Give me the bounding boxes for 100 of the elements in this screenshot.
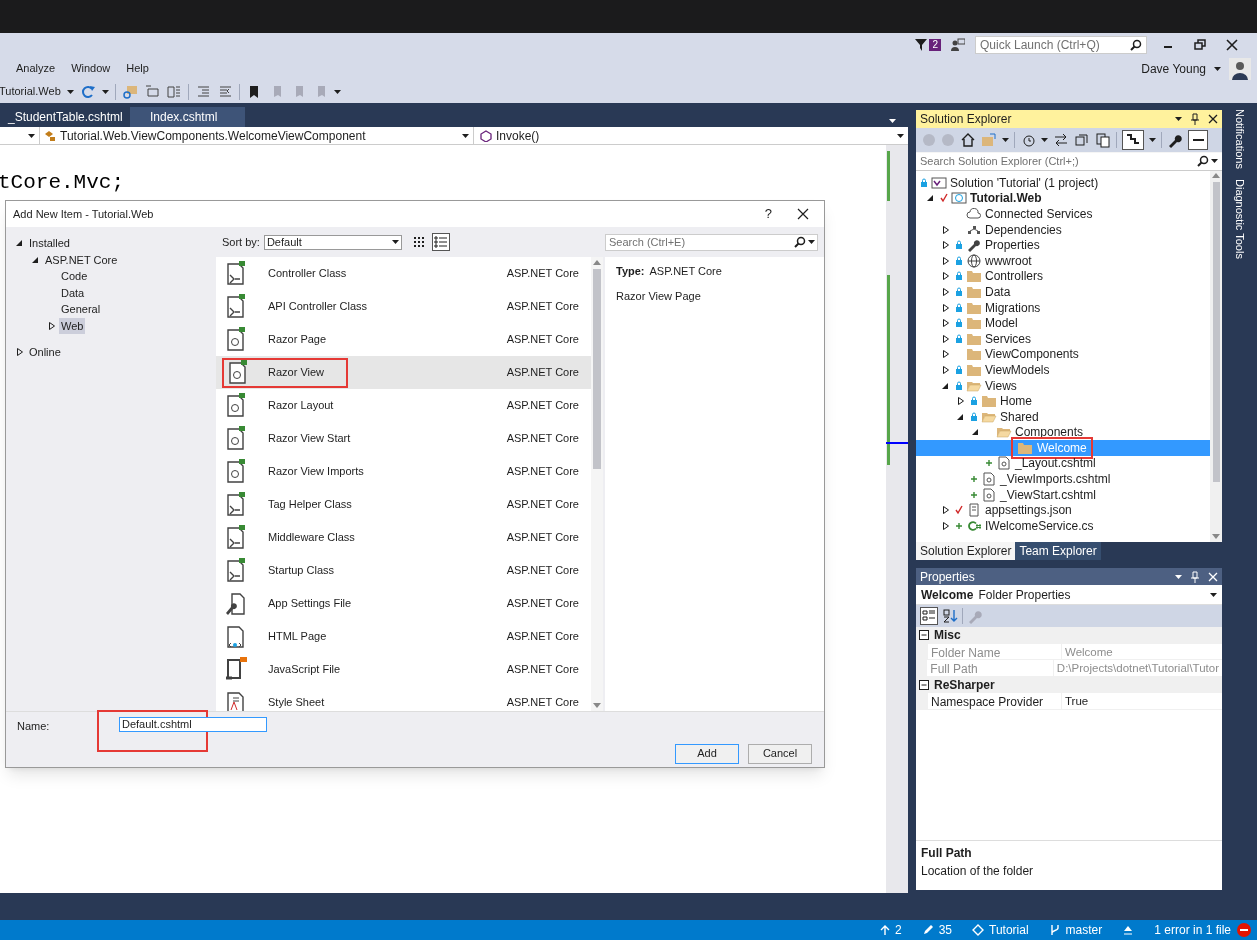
template-item[interactable]: JavaScript File ASP.NET Core bbox=[216, 653, 591, 686]
template-item[interactable]: Razor Page ASP.NET Core bbox=[216, 323, 591, 356]
category-item[interactable]: Online bbox=[27, 344, 63, 361]
tree-scrollbar[interactable] bbox=[1210, 170, 1222, 542]
collapse-box-icon[interactable] bbox=[919, 679, 929, 690]
collapsed-arrow-icon[interactable] bbox=[940, 317, 952, 330]
pin-icon[interactable] bbox=[1190, 113, 1200, 125]
property-value[interactable]: True bbox=[1062, 693, 1222, 710]
collapsed-arrow-icon[interactable] bbox=[955, 395, 967, 408]
tree-item[interactable]: _ViewStart.cshtml bbox=[916, 486, 1210, 503]
template-item[interactable]: Startup Class ASP.NET Core bbox=[216, 554, 591, 587]
wrench-icon[interactable] bbox=[1167, 132, 1183, 148]
dialog-button[interactable]: Cancel bbox=[748, 743, 812, 764]
template-item[interactable]: Tag Helper Class ASP.NET Core bbox=[216, 488, 591, 521]
document-tab[interactable]: Index.cshtml bbox=[130, 107, 245, 127]
template-item[interactable]: App Settings File ASP.NET Core bbox=[216, 587, 591, 620]
search-field[interactable]: Search (Ctrl+E) bbox=[605, 233, 818, 251]
template-item[interactable]: Razor View ASP.NET Core bbox=[216, 356, 591, 389]
close-icon[interactable] bbox=[796, 207, 810, 221]
collapse-icon[interactable] bbox=[1074, 132, 1090, 148]
tree-item[interactable]: IWelcomeService.cs bbox=[916, 518, 1210, 534]
tree-item[interactable]: Home bbox=[916, 393, 1210, 409]
tree-item[interactable]: Connected Services bbox=[916, 206, 1210, 222]
sort-icon[interactable] bbox=[942, 608, 958, 624]
document-tab[interactable]: _StudentTable.cshtml bbox=[0, 107, 130, 127]
collapsed-arrow-icon[interactable] bbox=[940, 301, 952, 314]
panel-tab[interactable]: Team Explorer bbox=[1015, 542, 1101, 560]
tree-item[interactable]: _Layout.cshtml bbox=[916, 455, 1210, 472]
collapsed-arrow-icon[interactable] bbox=[940, 504, 952, 517]
template-item[interactable]: Controller Class ASP.NET Core bbox=[216, 257, 591, 290]
tree-item[interactable]: Controllers bbox=[916, 268, 1210, 285]
side-tab[interactable]: Notifications bbox=[1231, 109, 1248, 169]
collapsed-arrow-icon[interactable] bbox=[940, 239, 952, 252]
property-value[interactable]: D:\Projects\dotnet\Tutorial\Tutor bbox=[1053, 660, 1222, 677]
tree-item[interactable]: Views bbox=[916, 377, 1210, 394]
tree-item[interactable]: Properties bbox=[916, 237, 1210, 253]
history-icon[interactable] bbox=[1020, 132, 1036, 148]
menu-item[interactable]: Window bbox=[71, 60, 111, 77]
tree-item[interactable]: Data bbox=[916, 284, 1210, 300]
sync-arrows-icon[interactable] bbox=[1053, 132, 1069, 148]
collapsed-arrow-icon[interactable] bbox=[940, 332, 952, 345]
type-dropdown[interactable]: Tutorial.Web.ViewComponents.WelcomeViewComponent bbox=[40, 127, 474, 144]
side-tab[interactable]: Diagnostic Tools bbox=[1231, 178, 1248, 259]
collapsed-arrow-icon[interactable] bbox=[940, 285, 952, 298]
close-icon[interactable] bbox=[1208, 114, 1218, 124]
category-item[interactable]: Web bbox=[59, 317, 86, 334]
category-item[interactable]: General bbox=[59, 301, 103, 318]
tree-item[interactable]: ViewModels bbox=[916, 362, 1210, 378]
template-item[interactable]: HTML Page ASP.NET Core bbox=[216, 620, 591, 653]
template-item[interactable]: API Controller Class ASP.NET Core bbox=[216, 290, 591, 323]
quick-launch-field[interactable]: Quick Launch (Ctrl+Q) bbox=[975, 36, 1147, 54]
template-item[interactable]: Middleware Class ASP.NET Core bbox=[216, 521, 591, 554]
panel-tab[interactable]: Solution Explorer bbox=[916, 542, 1016, 560]
collapsed-arrow-icon[interactable] bbox=[940, 348, 952, 361]
list-scrollbar[interactable] bbox=[591, 257, 603, 711]
menu-item[interactable]: Help bbox=[126, 60, 149, 77]
tree-item[interactable]: wwwroot bbox=[916, 252, 1210, 269]
list-view-icon[interactable] bbox=[431, 233, 450, 251]
collapsed-arrow-icon[interactable] bbox=[940, 270, 952, 283]
find-in-files-icon[interactable] bbox=[121, 83, 138, 100]
category-item[interactable]: Data bbox=[59, 284, 87, 301]
collapse-box-icon[interactable] bbox=[919, 630, 929, 641]
collapsed-arrow-icon[interactable] bbox=[940, 519, 952, 532]
collapsed-arrow-icon[interactable] bbox=[940, 363, 952, 376]
help-button[interactable]: ? bbox=[764, 204, 772, 224]
editor-scrollbar[interactable] bbox=[886, 145, 908, 893]
dialog-button[interactable]: Add bbox=[675, 743, 739, 764]
feedback-icon[interactable] bbox=[951, 38, 965, 52]
collapsed-arrow-icon[interactable] bbox=[14, 346, 26, 359]
tree-item[interactable]: Tutorial.Web bbox=[916, 190, 1210, 207]
template-item[interactable]: Style Sheet ASP.NET Core bbox=[216, 686, 591, 711]
tree-item[interactable]: Components bbox=[916, 424, 1210, 441]
name-field[interactable]: Default.cshtml bbox=[119, 716, 267, 732]
tree-item[interactable]: ViewComponents bbox=[916, 346, 1210, 363]
template-item[interactable]: Razor View Imports ASP.NET Core bbox=[216, 455, 591, 488]
tree-item[interactable]: _ViewImports.cshtml bbox=[916, 471, 1210, 487]
search-field[interactable]: Search Solution Explorer (Ctrl+;) bbox=[916, 152, 1222, 171]
status-item[interactable]: master bbox=[1065, 921, 1103, 939]
account-name[interactable]: Dave Young bbox=[1141, 59, 1206, 78]
category-item[interactable]: ASP.NET Core bbox=[43, 251, 120, 268]
category-item[interactable]: Installed bbox=[27, 235, 72, 252]
tree-item[interactable]: Dependencies bbox=[916, 221, 1210, 238]
template-item[interactable]: Razor View Start ASP.NET Core bbox=[216, 422, 591, 455]
tree-item[interactable]: Services bbox=[916, 330, 1210, 347]
project-selector[interactable]: Tutorial.Web bbox=[0, 83, 61, 100]
upload-icon[interactable] bbox=[1122, 924, 1135, 936]
category-item[interactable]: Code bbox=[59, 268, 90, 285]
tree-item[interactable]: Migrations bbox=[916, 299, 1210, 316]
status-item[interactable]: 2 bbox=[895, 921, 902, 939]
preview-icon[interactable] bbox=[1188, 130, 1208, 150]
collapsed-arrow-icon[interactable] bbox=[940, 223, 952, 236]
template-item[interactable]: Razor Layout ASP.NET Core bbox=[216, 389, 591, 422]
collapsed-arrow-icon[interactable] bbox=[46, 319, 58, 332]
home-icon[interactable] bbox=[960, 132, 976, 148]
status-item[interactable]: 35 bbox=[938, 921, 953, 939]
show-all-icon[interactable] bbox=[1122, 130, 1144, 150]
collapsed-arrow-icon[interactable] bbox=[940, 254, 952, 267]
copy-icon[interactable] bbox=[1095, 132, 1111, 148]
member-dropdown[interactable]: Invoke() bbox=[474, 127, 908, 144]
refresh-icon[interactable] bbox=[79, 83, 96, 100]
